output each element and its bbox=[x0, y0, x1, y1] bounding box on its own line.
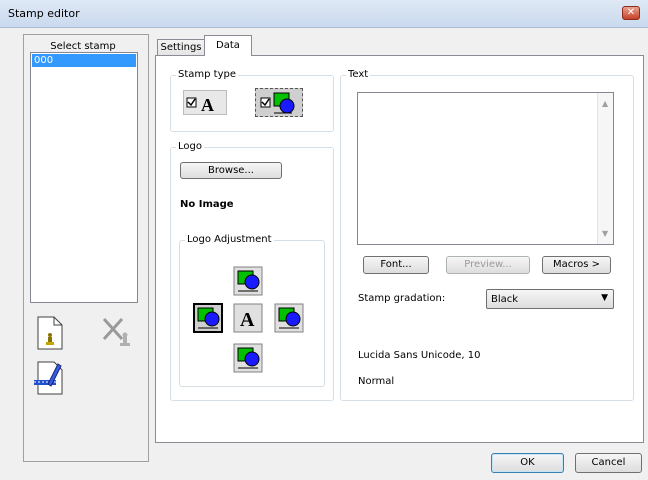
font-button-label: Font... bbox=[380, 259, 412, 270]
logo-left-icon bbox=[193, 303, 223, 333]
macros-button[interactable]: Macros > bbox=[542, 256, 611, 274]
delete-stamp-icon bbox=[102, 317, 130, 346]
text-legend: Text bbox=[346, 69, 371, 80]
chevron-down-icon: ▼ bbox=[601, 293, 608, 303]
logo-position-right-button[interactable] bbox=[274, 303, 304, 333]
logo-position-bottom-button[interactable] bbox=[233, 343, 263, 373]
logo-position-left-button[interactable] bbox=[193, 303, 223, 333]
text-stamp-icon: A bbox=[186, 95, 214, 115]
browse-button-label: Browse... bbox=[208, 165, 254, 176]
delete-stamp-button[interactable] bbox=[100, 315, 136, 351]
logo-stamp-icon bbox=[260, 92, 295, 114]
logo-adjustment-legend: Logo Adjustment bbox=[185, 234, 274, 245]
logo-right-icon bbox=[274, 303, 304, 333]
macros-button-label: Macros > bbox=[552, 259, 601, 270]
cancel-button-label: Cancel bbox=[591, 457, 626, 468]
scroll-up-icon[interactable]: ▲ bbox=[602, 99, 608, 108]
stamp-gradation-label: Stamp gradation: bbox=[358, 293, 446, 304]
browse-button[interactable]: Browse... bbox=[180, 162, 282, 179]
preview-button[interactable]: Preview... bbox=[446, 256, 530, 274]
stamp-type-text-toggle[interactable]: A bbox=[183, 90, 227, 115]
window-title: Stamp editor bbox=[8, 7, 80, 20]
logo-bottom-icon bbox=[233, 343, 263, 373]
svg-text:A: A bbox=[201, 95, 214, 115]
new-stamp-icon bbox=[37, 316, 63, 350]
logo-center-text-icon: A bbox=[233, 303, 263, 333]
font-info: Lucida Sans Unicode, 10 bbox=[358, 350, 481, 361]
text-scrollbar[interactable]: ▲ ▼ bbox=[597, 93, 613, 244]
stamp-type-legend: Stamp type bbox=[176, 69, 239, 80]
tab-data[interactable]: Data bbox=[204, 35, 252, 56]
stamp-editor-window: Stamp editor ✕ Select stamp 000 Settings… bbox=[0, 0, 648, 480]
title-bar: Stamp editor ✕ bbox=[0, 0, 648, 28]
edit-stamp-button[interactable] bbox=[32, 360, 68, 396]
stamp-gradation-select[interactable]: Black ▼ bbox=[486, 289, 614, 309]
ok-button[interactable]: OK bbox=[491, 453, 564, 473]
logo-position-center-button[interactable]: A bbox=[233, 303, 263, 333]
cancel-button[interactable]: Cancel bbox=[575, 453, 642, 473]
preview-button-label: Preview... bbox=[464, 259, 512, 270]
logo-status: No Image bbox=[180, 199, 234, 210]
stamp-list-item-selected[interactable]: 000 bbox=[32, 54, 136, 67]
tab-settings[interactable]: Settings bbox=[157, 39, 205, 55]
edit-stamp-icon bbox=[34, 361, 63, 395]
close-button[interactable]: ✕ bbox=[622, 6, 640, 20]
logo-top-icon bbox=[233, 266, 263, 296]
new-stamp-button[interactable] bbox=[32, 315, 68, 351]
scroll-down-icon[interactable]: ▼ bbox=[602, 229, 608, 238]
font-style-info: Normal bbox=[358, 376, 395, 387]
close-icon: ✕ bbox=[626, 7, 636, 18]
stamp-list[interactable]: 000 bbox=[30, 52, 138, 303]
logo-position-top-button[interactable] bbox=[233, 266, 263, 296]
font-button[interactable]: Font... bbox=[363, 256, 429, 274]
stamp-type-logo-toggle[interactable] bbox=[255, 88, 303, 117]
svg-text:A: A bbox=[240, 309, 255, 331]
logo-legend: Logo bbox=[176, 141, 204, 152]
text-area[interactable]: ▲ ▼ bbox=[357, 92, 614, 245]
ok-button-label: OK bbox=[520, 457, 535, 468]
stamp-gradation-value: Black bbox=[491, 294, 519, 305]
